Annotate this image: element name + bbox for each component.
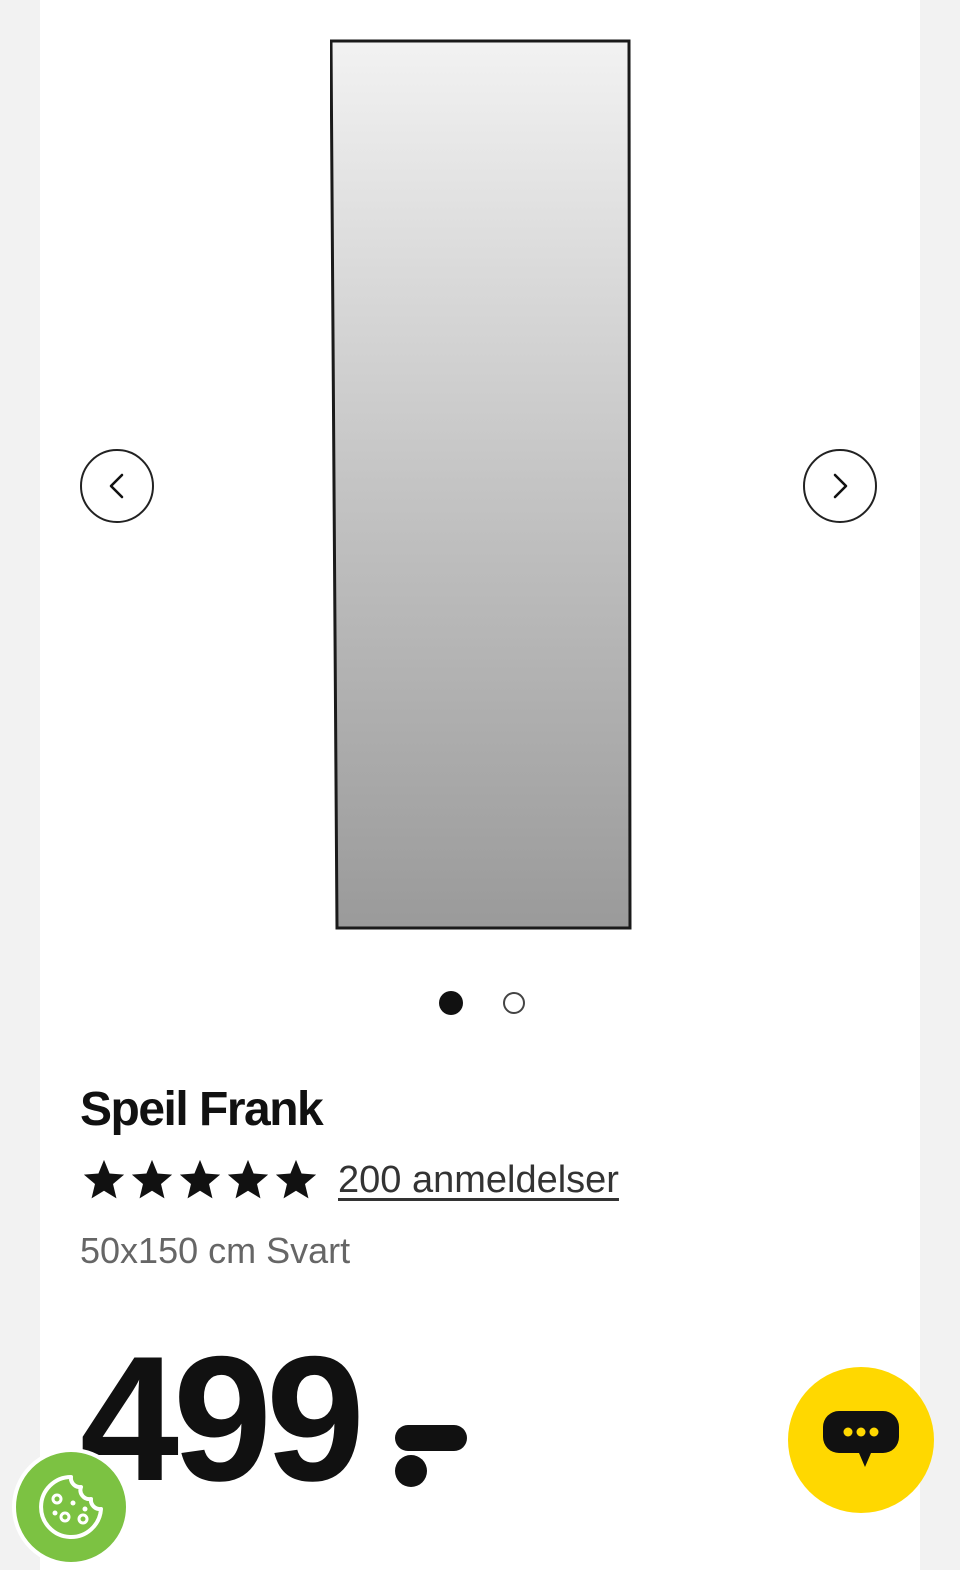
gallery-dot-1[interactable]: [439, 991, 463, 1015]
star-rating: [80, 1157, 320, 1203]
price-dash: [395, 1425, 467, 1451]
gallery-prev-button[interactable]: [80, 449, 154, 523]
star-icon: [179, 1159, 221, 1199]
product-image-mirror: [330, 39, 632, 930]
product-page: Speil Frank 200 anmeldelser 50x150 cm Sv…: [40, 0, 920, 1570]
star-icon: [227, 1159, 269, 1199]
cookie-settings-button[interactable]: [12, 1448, 130, 1566]
cookie-icon: [39, 1475, 103, 1539]
chevron-right-icon: [833, 473, 848, 499]
gallery-pagination: [40, 991, 920, 1015]
rating-row: 200 anmeldelser: [80, 1157, 619, 1203]
price-dot: [395, 1455, 427, 1487]
product-title: Speil Frank: [80, 1083, 324, 1136]
star-icon: [131, 1159, 173, 1199]
chat-bubble-icon: [823, 1411, 899, 1467]
image-gallery: [40, 0, 920, 960]
gallery-next-button[interactable]: [803, 449, 877, 523]
chat-button[interactable]: [788, 1367, 934, 1513]
product-variant: 50x150 cm Svart: [80, 1230, 351, 1271]
reviews-link[interactable]: 200 anmeldelser: [338, 1159, 619, 1202]
chevron-left-icon: [109, 473, 124, 499]
star-icon: [83, 1159, 125, 1199]
gallery-dot-2[interactable]: [503, 992, 525, 1014]
star-icon: [275, 1159, 317, 1199]
